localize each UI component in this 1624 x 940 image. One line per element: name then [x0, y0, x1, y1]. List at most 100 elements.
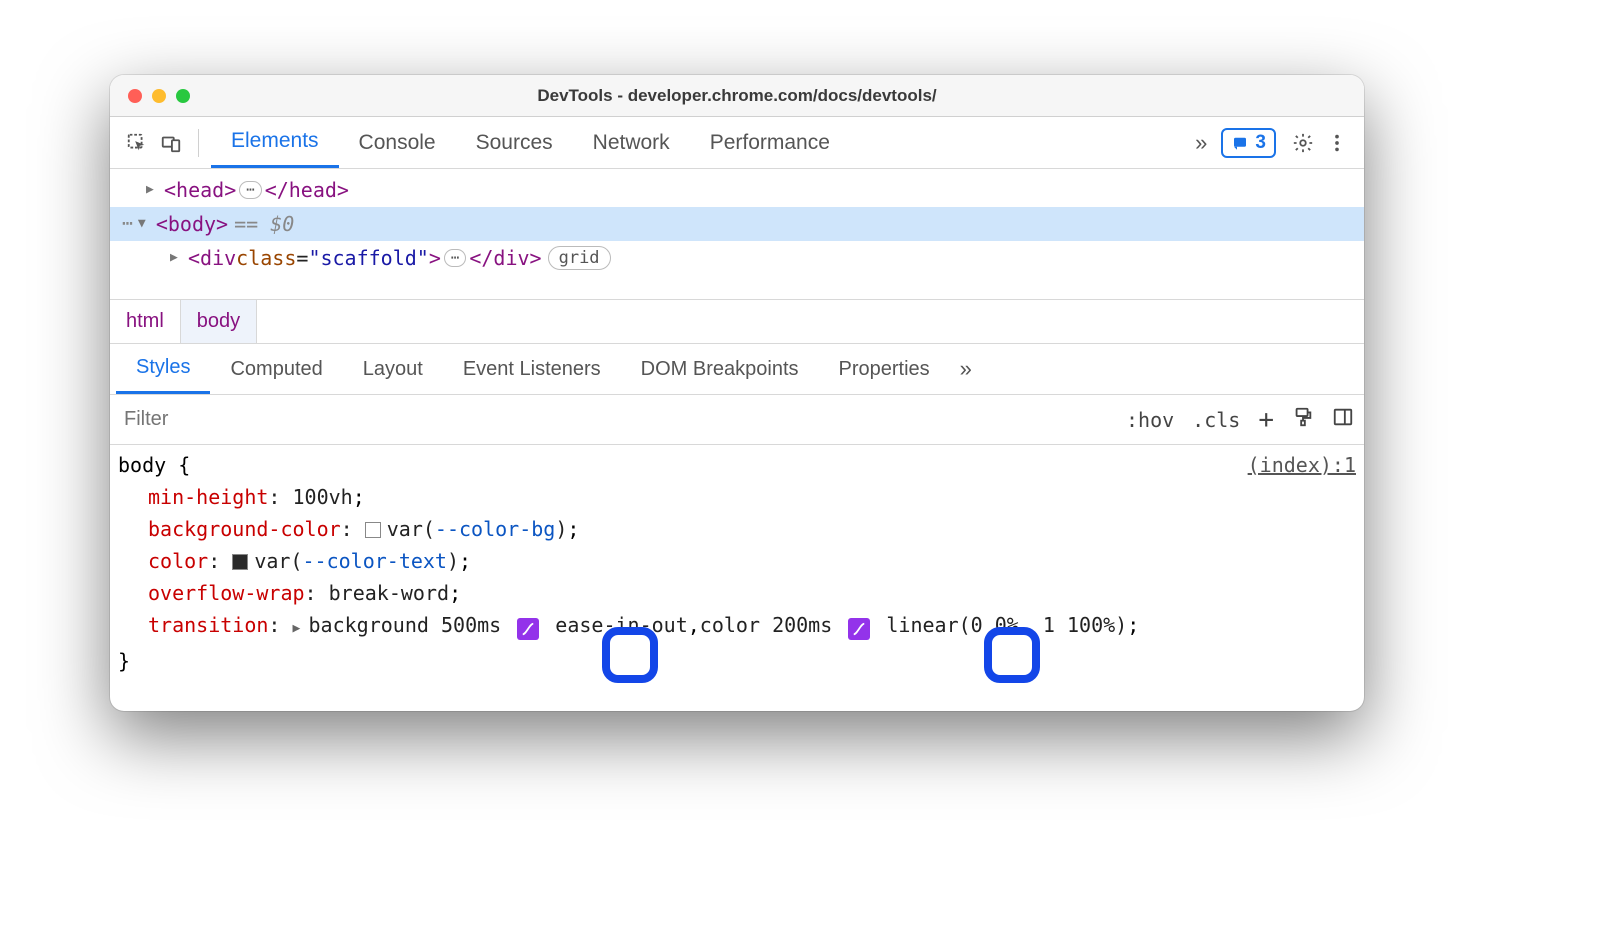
- css-value: 100vh: [293, 485, 353, 509]
- tab-label: Elements: [231, 129, 319, 153]
- main-toolbar: Elements Console Sources Network Perform…: [110, 117, 1364, 169]
- window-title: DevTools - developer.chrome.com/docs/dev…: [110, 86, 1364, 106]
- dom-node-head[interactable]: ▶ <head> ⋯ </head>: [110, 173, 1364, 207]
- styles-subtabs: Styles Computed Layout Event Listeners D…: [110, 343, 1364, 395]
- breadcrumb-item-html[interactable]: html: [110, 300, 181, 343]
- cls-toggle[interactable]: .cls: [1192, 408, 1240, 432]
- dom-node-div[interactable]: ▶ <div class="scaffold"> ⋯ </div> grid: [110, 241, 1364, 275]
- subtab-label: Event Listeners: [463, 358, 601, 381]
- tab-label: Console: [359, 131, 436, 155]
- css-property: min-height: [148, 485, 268, 509]
- settings-icon[interactable]: [1288, 128, 1318, 158]
- subtab-label: Properties: [839, 358, 930, 381]
- css-value: break-word: [329, 581, 449, 605]
- transition-easing-2: linear(0 0%, 1 100%): [886, 613, 1127, 637]
- subtab-properties[interactable]: Properties: [819, 344, 950, 394]
- toolbar-separator: [198, 129, 199, 157]
- tab-label: Network: [593, 131, 670, 155]
- console-ref: == $0: [234, 207, 294, 241]
- attr-name: class: [236, 241, 296, 275]
- more-subtabs-button[interactable]: »: [950, 344, 982, 394]
- close-window-button[interactable]: [128, 89, 142, 103]
- inspect-element-icon[interactable]: [122, 128, 152, 158]
- kebab-menu-icon[interactable]: [1322, 128, 1352, 158]
- transition-sep: ,: [688, 613, 700, 637]
- minimize-window-button[interactable]: [152, 89, 166, 103]
- panel-tabs: Elements Console Sources Network Perform…: [211, 117, 1185, 168]
- breadcrumb: html body: [110, 299, 1364, 343]
- more-tabs-button[interactable]: »: [1189, 128, 1213, 158]
- subtab-styles[interactable]: Styles: [116, 344, 210, 394]
- css-property: transition: [148, 613, 268, 637]
- hov-toggle[interactable]: :hov: [1126, 408, 1174, 432]
- subtab-label: Styles: [136, 356, 190, 379]
- rule-header: body { (index):1: [118, 449, 1356, 481]
- css-property: background-color: [148, 517, 341, 541]
- tab-elements[interactable]: Elements: [211, 117, 339, 168]
- device-toggle-icon[interactable]: [156, 128, 186, 158]
- color-swatch-icon[interactable]: [365, 522, 381, 538]
- css-var[interactable]: --color-bg: [435, 517, 555, 541]
- subtab-dom-breakpoints[interactable]: DOM Breakpoints: [621, 344, 819, 394]
- css-declaration[interactable]: background-color: var(--color-bg);: [118, 513, 1356, 545]
- rule-source-link[interactable]: (index):1: [1248, 449, 1356, 481]
- selected-indicator: ⋯: [122, 207, 134, 241]
- expand-arrow-icon[interactable]: ▶: [170, 241, 188, 275]
- expand-arrow-icon[interactable]: ▶: [146, 173, 164, 207]
- css-var[interactable]: --color-text: [302, 549, 447, 573]
- transition-dur-2: 200ms: [772, 613, 832, 637]
- filter-controls: :hov .cls +: [1126, 405, 1354, 435]
- easing-swatch-icon[interactable]: [848, 618, 870, 640]
- tab-console[interactable]: Console: [339, 117, 456, 168]
- css-declaration[interactable]: color: var(--color-text);: [118, 545, 1356, 577]
- expand-arrow-icon[interactable]: ▶: [293, 613, 309, 645]
- transition-prop-2: color: [700, 613, 760, 637]
- subtab-label: Computed: [230, 358, 322, 381]
- css-property: color: [148, 549, 208, 573]
- css-property: overflow-wrap: [148, 581, 305, 605]
- attr-eq: =: [296, 241, 308, 275]
- breadcrumb-item-body[interactable]: body: [181, 300, 257, 343]
- subtab-computed[interactable]: Computed: [210, 344, 342, 394]
- issues-badge[interactable]: 3: [1221, 128, 1276, 158]
- tab-label: Sources: [476, 131, 553, 155]
- filter-input[interactable]: [120, 395, 1116, 444]
- ellipsis-badge[interactable]: ⋯: [239, 181, 261, 199]
- tag-close: </head>: [265, 173, 349, 207]
- transition-dur-1: 500ms: [441, 613, 501, 637]
- css-declaration[interactable]: min-height: 100vh;: [118, 481, 1356, 513]
- paint-icon[interactable]: [1292, 406, 1314, 433]
- tab-performance[interactable]: Performance: [690, 117, 850, 168]
- titlebar: DevTools - developer.chrome.com/docs/dev…: [110, 75, 1364, 117]
- collapse-arrow-icon[interactable]: ▼: [138, 207, 156, 241]
- computed-reveal-icon[interactable]: [1332, 406, 1354, 433]
- maximize-window-button[interactable]: [176, 89, 190, 103]
- dom-tree[interactable]: ▶ <head> ⋯ </head> ⋯ ▼ <body> == $0 ▶ <d…: [110, 169, 1364, 299]
- tab-sources[interactable]: Sources: [456, 117, 573, 168]
- devtools-window: DevTools - developer.chrome.com/docs/dev…: [110, 75, 1364, 711]
- easing-swatch-icon[interactable]: [517, 618, 539, 640]
- tag-open: <body>: [156, 207, 228, 241]
- subtab-label: DOM Breakpoints: [641, 358, 799, 381]
- new-style-rule-icon[interactable]: +: [1258, 405, 1274, 435]
- tab-label: Performance: [710, 131, 830, 155]
- attr-value: "scaffold": [308, 241, 428, 275]
- grid-badge[interactable]: grid: [548, 246, 611, 270]
- issues-count: 3: [1255, 132, 1266, 154]
- tag-open: <div: [188, 241, 236, 275]
- styles-pane[interactable]: body { (index):1 min-height: 100vh; back…: [110, 445, 1364, 711]
- css-declaration-transition[interactable]: transition: ▶background 500ms ease-in-ou…: [118, 609, 1356, 645]
- dom-node-body[interactable]: ⋯ ▼ <body> == $0: [110, 207, 1364, 241]
- issues-icon: [1231, 134, 1249, 152]
- ellipsis-badge[interactable]: ⋯: [444, 249, 466, 267]
- subtab-event-listeners[interactable]: Event Listeners: [443, 344, 621, 394]
- color-swatch-icon[interactable]: [232, 554, 248, 570]
- selector[interactable]: body: [118, 453, 166, 477]
- transition-prop-1: background: [309, 613, 429, 637]
- subtab-label: Layout: [363, 358, 423, 381]
- traffic-lights: [110, 89, 190, 103]
- tab-network[interactable]: Network: [573, 117, 690, 168]
- subtab-layout[interactable]: Layout: [343, 344, 443, 394]
- tag-open: <head>: [164, 173, 236, 207]
- css-declaration[interactable]: overflow-wrap: break-word;: [118, 577, 1356, 609]
